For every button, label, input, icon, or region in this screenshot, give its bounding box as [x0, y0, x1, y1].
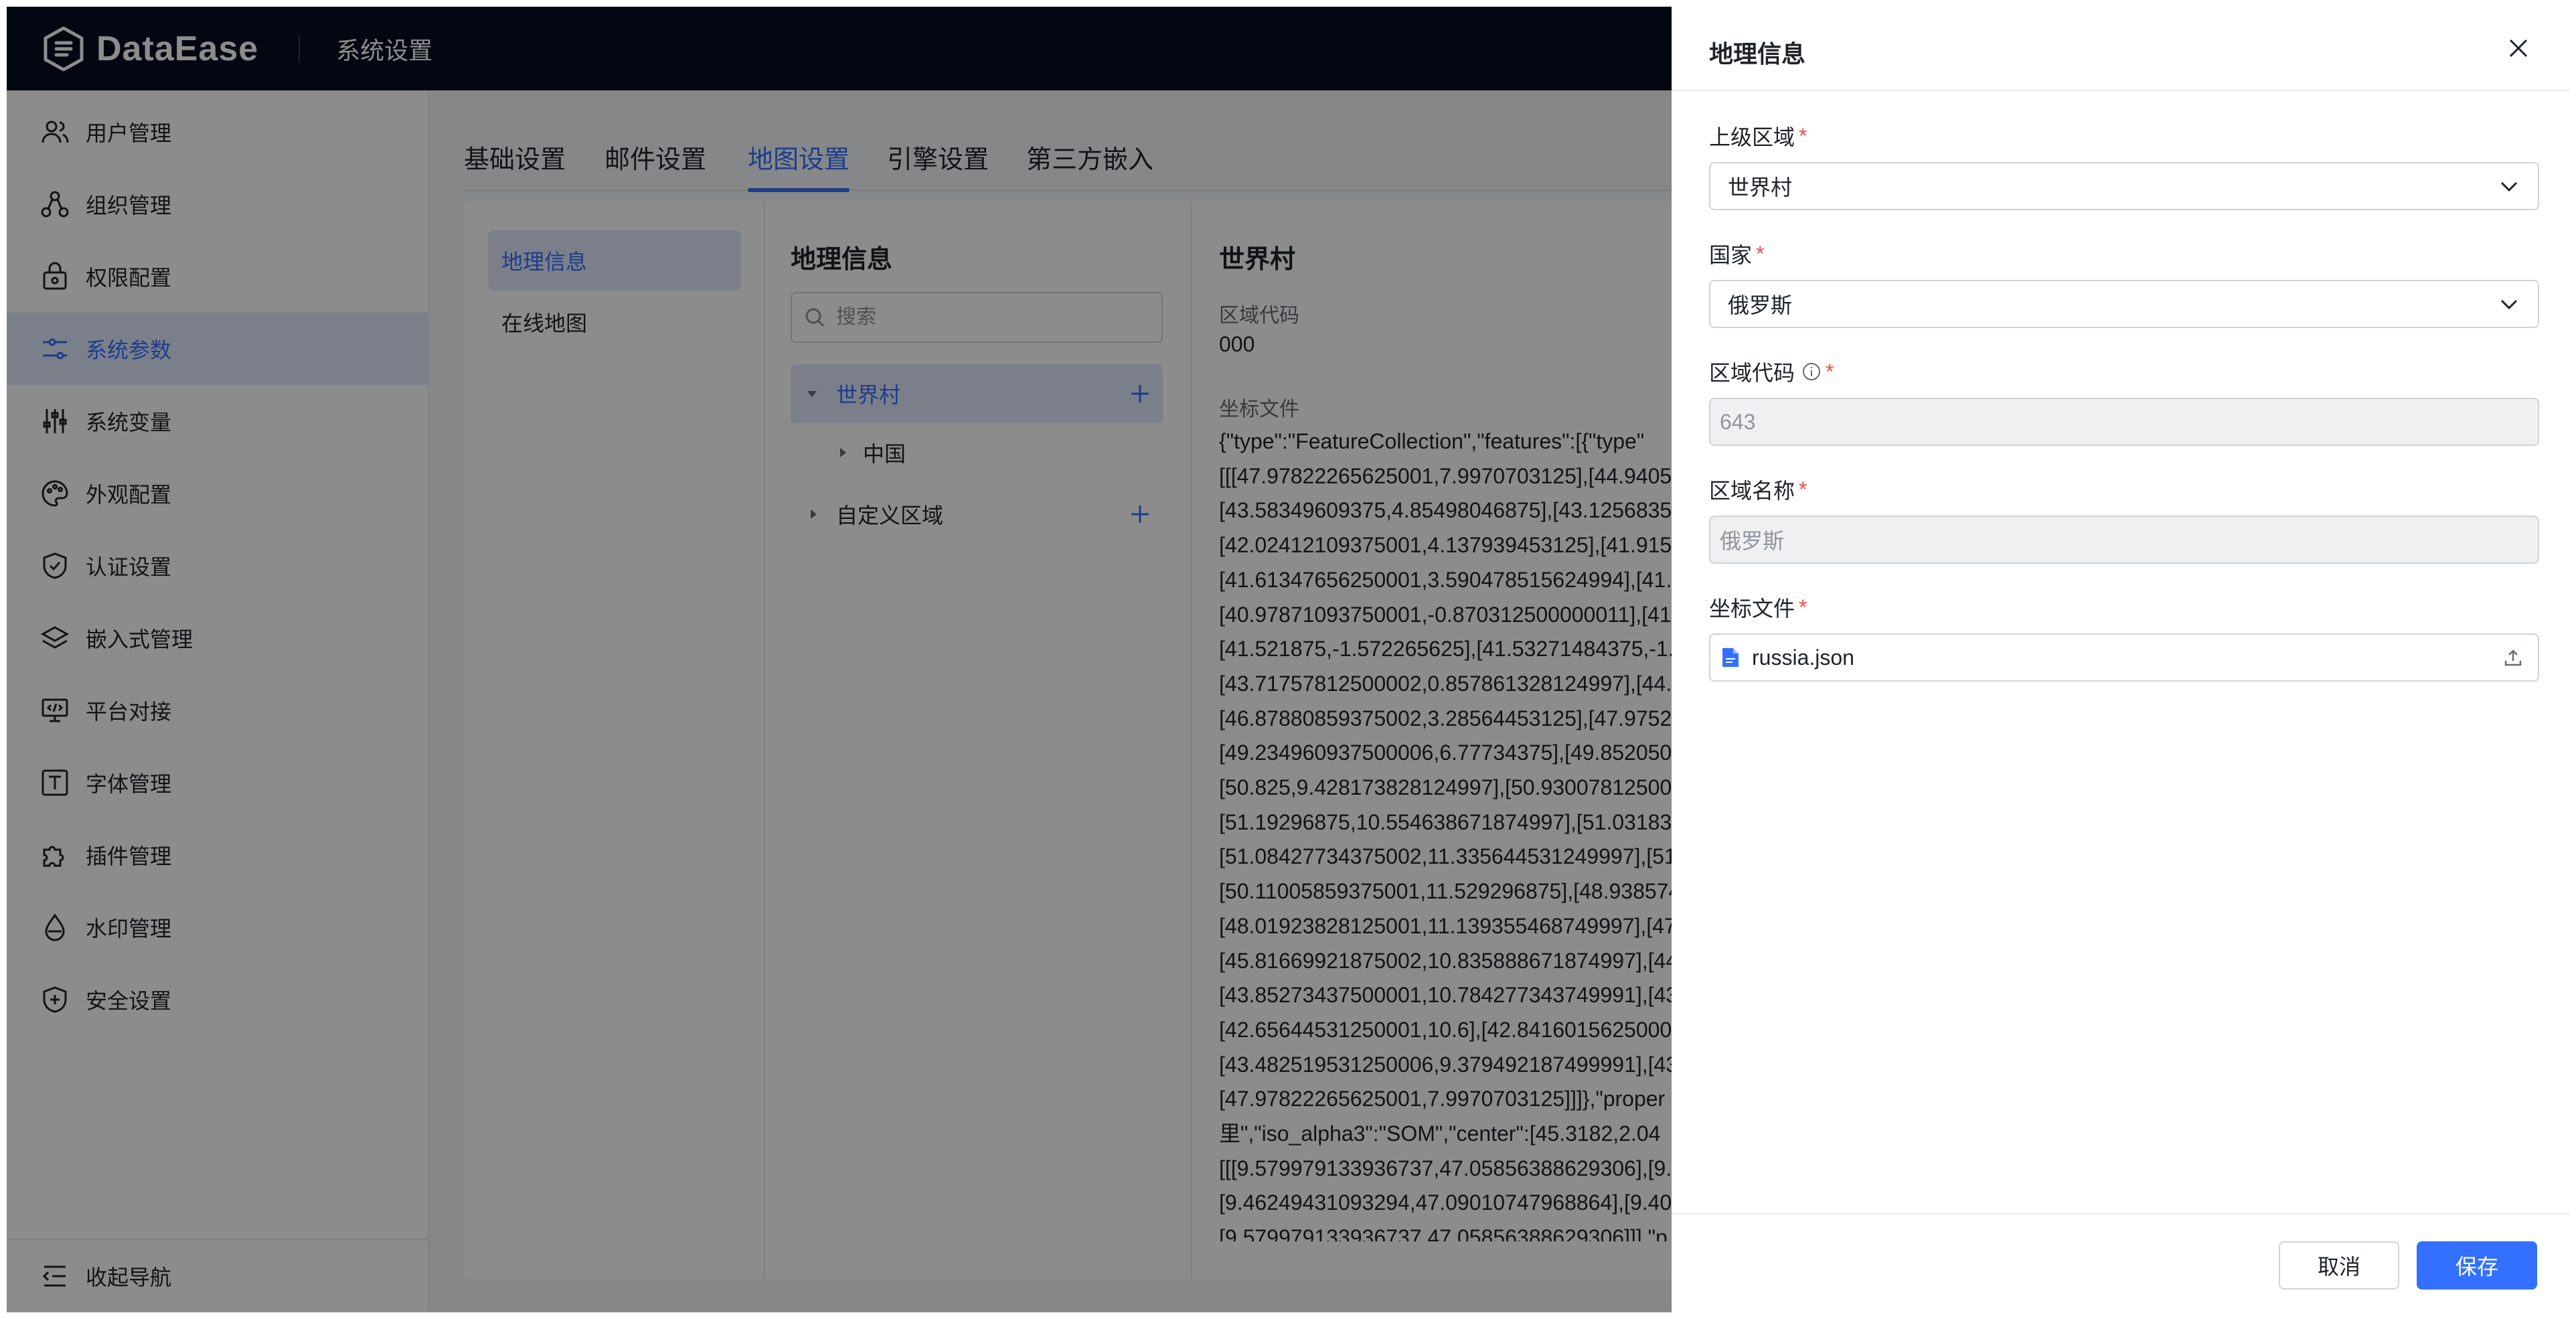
- field-label-text: 国家: [1709, 243, 1753, 267]
- app-window: DataEase 系统设置 用户管理 组织管理 权限配置 系统参数 系统变量 外…: [7, 7, 2569, 1312]
- drawer-title: 地理信息: [1709, 40, 1806, 68]
- field-label-text: 区域代码: [1709, 361, 1795, 385]
- parent-region-select[interactable]: 世界村: [1709, 162, 2539, 210]
- file-icon: [1722, 648, 1739, 667]
- field-label-text: 上级区域: [1709, 125, 1795, 149]
- field-label-text: 坐标文件: [1709, 597, 1795, 621]
- coord-file-upload[interactable]: russia.json: [1709, 633, 2539, 682]
- required-mark: *: [1799, 595, 1807, 619]
- close-icon[interactable]: [2505, 35, 2532, 62]
- required-mark: *: [1826, 359, 1834, 384]
- drawer-footer: 取消 保存: [1672, 1213, 2569, 1312]
- select-value: 俄罗斯: [1728, 293, 1793, 317]
- info-icon[interactable]: [1801, 362, 1822, 382]
- coord-file-label: 坐标文件 *: [1709, 592, 1807, 623]
- drawer-overlay-mask[interactable]: [7, 7, 1672, 1312]
- field-label-text: 区域名称: [1709, 479, 1795, 503]
- upload-icon[interactable]: [2503, 647, 2523, 668]
- drawer-header: 地理信息: [1672, 7, 2569, 91]
- required-mark: *: [1799, 123, 1807, 148]
- input-value: 俄罗斯: [1720, 529, 1785, 553]
- chevron-down-icon: [2500, 299, 2518, 310]
- select-value: 世界村: [1728, 175, 1793, 200]
- region-name-label: 区域名称 *: [1709, 474, 1807, 505]
- country-label: 国家 *: [1709, 238, 1764, 269]
- region-code-label: 区域代码 *: [1709, 356, 1834, 387]
- country-select[interactable]: 俄罗斯: [1709, 280, 2539, 328]
- required-mark: *: [1756, 241, 1765, 266]
- cancel-button[interactable]: 取消: [2279, 1241, 2399, 1290]
- input-value: 643: [1720, 409, 1756, 434]
- required-mark: *: [1799, 477, 1807, 501]
- region-code-input: 643: [1709, 398, 2539, 446]
- chevron-down-icon: [2500, 181, 2518, 192]
- file-name: russia.json: [1752, 645, 1854, 670]
- save-button[interactable]: 保存: [2417, 1241, 2537, 1290]
- region-name-input: 俄罗斯: [1709, 516, 2539, 564]
- parent-region-label: 上级区域 *: [1709, 121, 1807, 151]
- geo-info-drawer: 地理信息 上级区域 * 世界村 国家 * 俄罗斯 区域代码 * 643 区域名称…: [1672, 7, 2569, 1312]
